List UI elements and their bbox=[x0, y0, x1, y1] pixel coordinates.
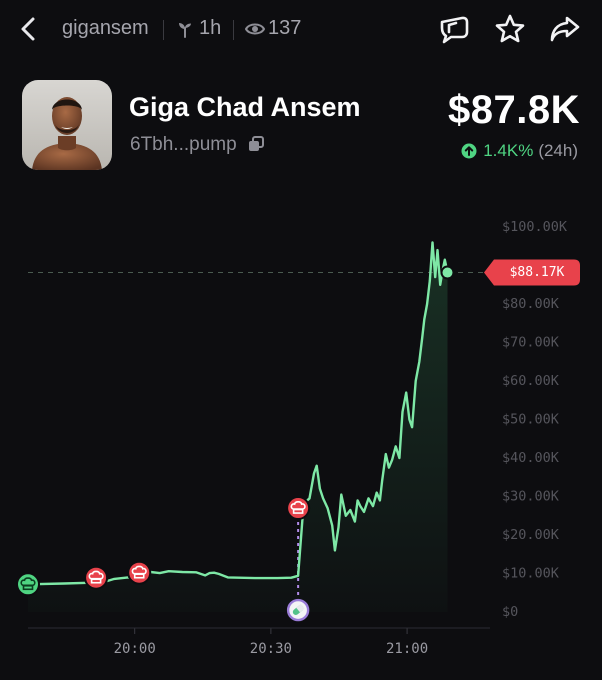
token-name: Giga Chad Ansem bbox=[129, 92, 361, 122]
y-tick-label: $80.00K bbox=[502, 296, 560, 312]
current-price-label: $88.17K bbox=[510, 265, 565, 280]
contract-address[interactable]: 6Tbh...pump bbox=[130, 134, 237, 156]
sprout-icon bbox=[179, 23, 191, 38]
arrow-up-circle-icon bbox=[461, 143, 477, 159]
token-age: 1h bbox=[199, 17, 222, 39]
current-price-dot bbox=[440, 265, 455, 280]
current-price-tag: $88.17K bbox=[484, 259, 580, 286]
back-chevron-icon[interactable] bbox=[14, 14, 44, 44]
y-tick-label: $60.00K bbox=[502, 373, 560, 389]
view-count: 137 bbox=[268, 17, 302, 39]
y-tick-label: $20.00K bbox=[502, 527, 560, 543]
x-axis: 20:00 20:30 21:00 bbox=[114, 628, 428, 657]
price-change: 1.4K% (24h) bbox=[461, 141, 578, 161]
y-tick-label: $70.00K bbox=[502, 335, 560, 351]
x-tick-label: 20:00 bbox=[114, 641, 156, 657]
token-avatar bbox=[22, 80, 112, 170]
y-tick-label: $30.00K bbox=[502, 489, 560, 505]
buy-marker[interactable] bbox=[16, 572, 40, 597]
y-tick-label: $50.00K bbox=[502, 412, 560, 428]
token-ticker: gigansem bbox=[62, 17, 149, 39]
chat-bubble-icon[interactable] bbox=[437, 12, 471, 46]
y-tick-label: $10.00K bbox=[502, 566, 560, 582]
copy-icon[interactable] bbox=[247, 135, 265, 153]
price-area-fill bbox=[28, 242, 448, 612]
sell-marker[interactable] bbox=[286, 496, 311, 521]
price-chart[interactable]: $0 $10.00K $20.00K $30.00K $40.00K $50.00K $60… bbox=[0, 200, 602, 680]
divider bbox=[163, 20, 164, 40]
share-icon[interactable] bbox=[548, 12, 582, 46]
market-cap: $87.8K bbox=[448, 88, 580, 132]
top-bar: gigansem 1h 137 bbox=[0, 0, 602, 60]
x-tick-label: 20:30 bbox=[250, 641, 292, 657]
y-tick-label: $100.00K bbox=[502, 219, 568, 235]
divider bbox=[233, 20, 234, 40]
sell-marker[interactable] bbox=[127, 560, 152, 585]
y-tick-label: $40.00K bbox=[502, 450, 560, 466]
sell-marker[interactable] bbox=[84, 565, 109, 590]
migration-marker[interactable] bbox=[286, 598, 310, 622]
change-percent: 1.4K% bbox=[483, 141, 534, 160]
y-tick-label: $0 bbox=[502, 604, 518, 620]
eye-icon bbox=[245, 23, 265, 35]
x-tick-label: 21:00 bbox=[386, 641, 428, 657]
change-period: (24h) bbox=[538, 141, 578, 160]
star-icon[interactable] bbox=[493, 12, 527, 46]
